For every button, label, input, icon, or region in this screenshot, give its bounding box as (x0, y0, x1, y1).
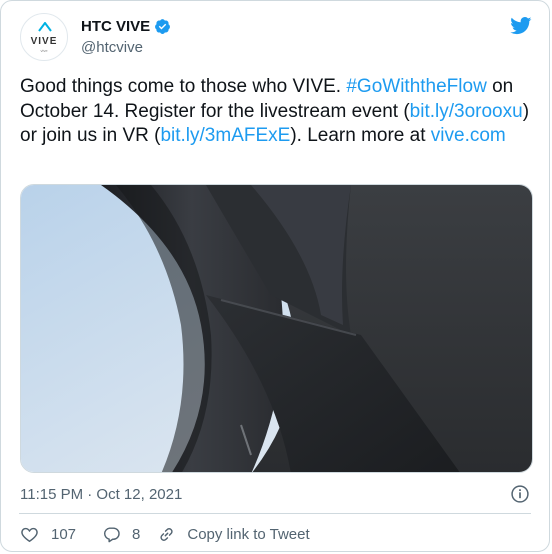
tweet-media-image[interactable] (20, 184, 533, 473)
action-bar: 107 8 Copy link to Tweet (20, 523, 310, 545)
tweet-text: Good things come to those who VIVE. #GoW… (20, 75, 532, 149)
hashtag-link[interactable]: #GoWiththeFlow (346, 76, 486, 97)
reply-bubble-icon (104, 526, 120, 542)
like-button[interactable]: 107 (20, 525, 76, 544)
copy-link-label: Copy link to Tweet (187, 525, 310, 543)
tweet-text-part: ). Learn more at (290, 125, 431, 146)
vive-logo-icon (38, 22, 52, 32)
tweet-card: VIVE vive HTC VIVE @htcvive Good things … (0, 0, 550, 552)
link-icon (160, 527, 173, 541)
tweet-timestamp[interactable]: 11:15 PM · Oct 12, 2021 (20, 486, 182, 503)
reply-count: 8 (132, 525, 141, 543)
headset-photo (21, 185, 532, 472)
info-icon[interactable] (510, 484, 530, 504)
vr-event-link[interactable]: bit.ly/3mAFExE (160, 125, 290, 146)
name-row: HTC VIVE (81, 18, 171, 35)
avatar-logo-subtext: vive (40, 48, 48, 53)
copy-link-button[interactable]: Copy link to Tweet (157, 525, 310, 544)
verified-badge-icon (155, 19, 171, 34)
reply-button[interactable]: 8 (102, 525, 140, 544)
website-link[interactable]: vive.com (431, 125, 506, 146)
twitter-bird-icon[interactable] (510, 17, 532, 35)
avatar[interactable]: VIVE vive (20, 13, 68, 61)
like-count: 107 (51, 525, 77, 543)
tweet-text-part: Good things come to those who VIVE. (20, 76, 347, 97)
avatar-logo-text: VIVE (30, 36, 58, 47)
heart-icon (21, 527, 38, 542)
account-name[interactable]: HTC VIVE (81, 18, 150, 35)
livestream-link[interactable]: bit.ly/3orooxu (410, 101, 523, 122)
account-handle[interactable]: @htcvive (81, 39, 143, 56)
divider (19, 513, 531, 514)
